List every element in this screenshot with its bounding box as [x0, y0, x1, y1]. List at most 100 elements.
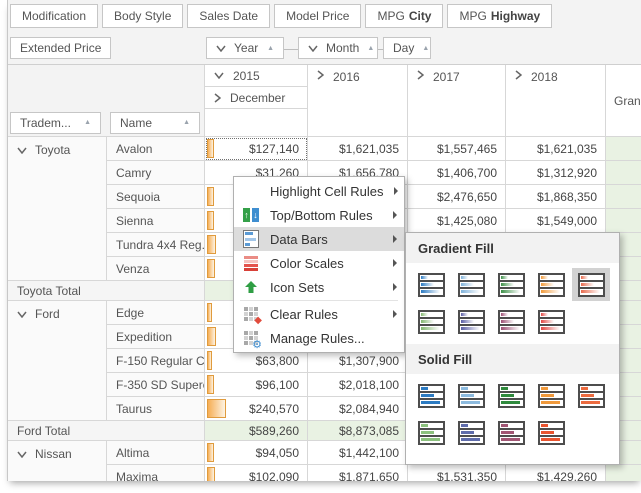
row-header-taurus[interactable]: Taurus [107, 397, 205, 421]
column-field-chip-month[interactable]: Month ▲ [298, 37, 378, 59]
cell-altima-2015[interactable]: $94,050 [205, 441, 308, 465]
swatch-solid-maroon[interactable] [492, 416, 530, 449]
filter-chip-model-price[interactable]: Model Price [274, 4, 362, 28]
row-header-f350[interactable]: F-350 SD Superc... [107, 373, 205, 397]
row-group-nissan[interactable]: Nissan [8, 441, 107, 481]
swatch-solid-light-green[interactable] [412, 416, 450, 449]
collapse-icon[interactable] [214, 72, 224, 79]
menu-item-manage-rules[interactable]: ⚙ Manage Rules... [234, 326, 404, 350]
filter-chip-modification[interactable]: Modification [10, 4, 99, 28]
cell-avalon-grand[interactable] [606, 137, 641, 161]
expand-icon[interactable] [417, 70, 424, 80]
cell-sienna-2017[interactable]: $1,425,080 [408, 209, 506, 233]
swatch-gradient-orange-red[interactable] [572, 268, 610, 301]
row-group-toyota[interactable]: Toyota [8, 137, 107, 281]
cell-sequoia-grand[interactable] [606, 185, 641, 209]
column-header-december[interactable]: December [205, 87, 308, 109]
row-header-altima[interactable]: Altima [107, 441, 205, 465]
menu-item-color-scales[interactable]: Color Scales [234, 251, 404, 275]
cell-maxima-2018[interactable]: $1,429,260 [506, 465, 606, 481]
cell-ford-total-2016[interactable]: $8,873,085 [308, 421, 408, 441]
swatch-gradient-light-green[interactable] [412, 305, 450, 338]
swatch-gradient-green[interactable] [492, 268, 530, 301]
row-group-ford[interactable]: Ford [8, 301, 107, 421]
cell-sienna-2018[interactable]: $1,549,000 [506, 209, 606, 233]
expand-icon[interactable] [317, 70, 324, 80]
row-header-venza[interactable]: Venza [107, 257, 205, 281]
row-header-tundra[interactable]: Tundra 4x4 Reg. ... [107, 233, 205, 257]
filter-chip-mpg-highway[interactable]: MPG Highway [447, 4, 553, 28]
column-header-2015[interactable]: 2015 [205, 65, 308, 87]
menu-item-icon-sets[interactable]: Icon Sets [234, 275, 404, 299]
menu-item-clear-rules[interactable]: ◆ Clear Rules [234, 302, 404, 326]
row-header-sienna[interactable]: Sienna [107, 209, 205, 233]
cell-maxima-2017[interactable]: $1,531,350 [408, 465, 506, 481]
row-total-ford[interactable]: Ford Total [8, 421, 205, 441]
cell-camry-2017[interactable]: $1,406,700 [408, 161, 506, 185]
data-field-chip-extended-price[interactable]: Extended Price [10, 37, 112, 59]
cell-maxima-2015[interactable]: $102,090 [205, 465, 308, 481]
cell-maxima-2016[interactable]: $1,871,650 [308, 465, 408, 481]
cell-sienna-grand[interactable] [606, 209, 641, 233]
row-header-camry[interactable]: Camry [107, 161, 205, 185]
row-label: Maxima [116, 469, 159, 482]
cell-f350-2016[interactable]: $2,018,100 [308, 373, 408, 397]
row-header-maxima[interactable]: Maxima [107, 465, 205, 481]
column-field-chip-day[interactable]: Day ▲ [383, 37, 431, 59]
cell-avalon-2016[interactable]: $1,621,035 [308, 137, 408, 161]
swatch-gradient-red[interactable] [532, 305, 570, 338]
filter-chip-body-style[interactable]: Body Style [102, 4, 184, 28]
cell-avalon-2015[interactable]: $127,140 [205, 137, 308, 161]
row-total-toyota[interactable]: Toyota Total [8, 281, 205, 301]
cell-value: $1,429,260 [536, 469, 597, 482]
collapse-icon[interactable] [17, 451, 27, 458]
cell-ford-total-2015[interactable]: $589,260 [205, 421, 308, 441]
swatch-gradient-maroon[interactable] [492, 305, 530, 338]
column-header-2017[interactable]: 2017 [408, 65, 506, 137]
cell-sequoia-2017[interactable]: $2,476,650 [408, 185, 506, 209]
cell-avalon-2018[interactable]: $1,621,035 [506, 137, 606, 161]
cell-taurus-2016[interactable]: $2,084,940 [308, 397, 408, 421]
cell-taurus-2015[interactable]: $240,570 [205, 397, 308, 421]
swatch-solid-light-blue[interactable] [452, 379, 490, 412]
cell-camry-grand[interactable] [606, 161, 641, 185]
row-field-chip-name[interactable]: Name ▲ [110, 111, 200, 134]
chevron-down-icon[interactable] [216, 45, 226, 52]
swatch-solid-green[interactable] [492, 379, 530, 412]
row-header-avalon[interactable]: Avalon [107, 137, 205, 161]
row-header-expedition[interactable]: Expedition [107, 325, 205, 349]
menu-item-highlight-cell-rules[interactable]: Highlight Cell Rules [234, 179, 404, 203]
row-field-chip-trademark[interactable]: Tradem... ▲ [10, 111, 101, 134]
row-header-sequoia[interactable]: Sequoia [107, 185, 205, 209]
filter-chip-sales-date[interactable]: Sales Date [187, 4, 271, 28]
swatch-gradient-blue[interactable] [412, 268, 450, 301]
column-field-chip-year[interactable]: Year ▲ [206, 37, 284, 59]
column-header-2018[interactable]: 2018 [506, 65, 606, 137]
swatch-solid-purple[interactable] [452, 416, 490, 449]
row-header-edge[interactable]: Edge [107, 301, 205, 325]
swatch-gradient-purple[interactable] [452, 305, 490, 338]
cell-altima-2016[interactable]: $1,442,100 [308, 441, 408, 465]
swatch-solid-red[interactable] [532, 416, 570, 449]
row-header-f150[interactable]: F-150 Regular CA... [107, 349, 205, 373]
cell-f350-2015[interactable]: $96,100 [205, 373, 308, 397]
swatch-solid-blue[interactable] [412, 379, 450, 412]
collapse-icon[interactable] [17, 311, 27, 318]
menu-item-data-bars[interactable]: Data Bars [234, 227, 404, 251]
swatch-gradient-light-blue[interactable] [452, 268, 490, 301]
expand-icon[interactable] [214, 92, 221, 103]
cell-avalon-2017[interactable]: $1,557,465 [408, 137, 506, 161]
cell-sequoia-2018[interactable]: $1,868,350 [506, 185, 606, 209]
swatch-solid-orange-red[interactable] [572, 379, 610, 412]
column-header-2016[interactable]: 2016 [308, 65, 408, 137]
swatch-gradient-orange[interactable] [532, 268, 570, 301]
expand-icon[interactable] [515, 70, 522, 80]
menu-item-top-bottom-rules[interactable]: ↑ ↓ Top/Bottom Rules [234, 203, 404, 227]
chevron-down-icon[interactable] [308, 45, 318, 52]
column-header-grand-total[interactable]: Grand Total [606, 65, 641, 137]
collapse-icon[interactable] [17, 147, 27, 154]
cell-camry-2018[interactable]: $1,312,920 [506, 161, 606, 185]
filter-chip-mpg-city[interactable]: MPG City [365, 4, 444, 28]
swatch-solid-orange[interactable] [532, 379, 570, 412]
cell-maxima-grand[interactable] [606, 465, 641, 481]
